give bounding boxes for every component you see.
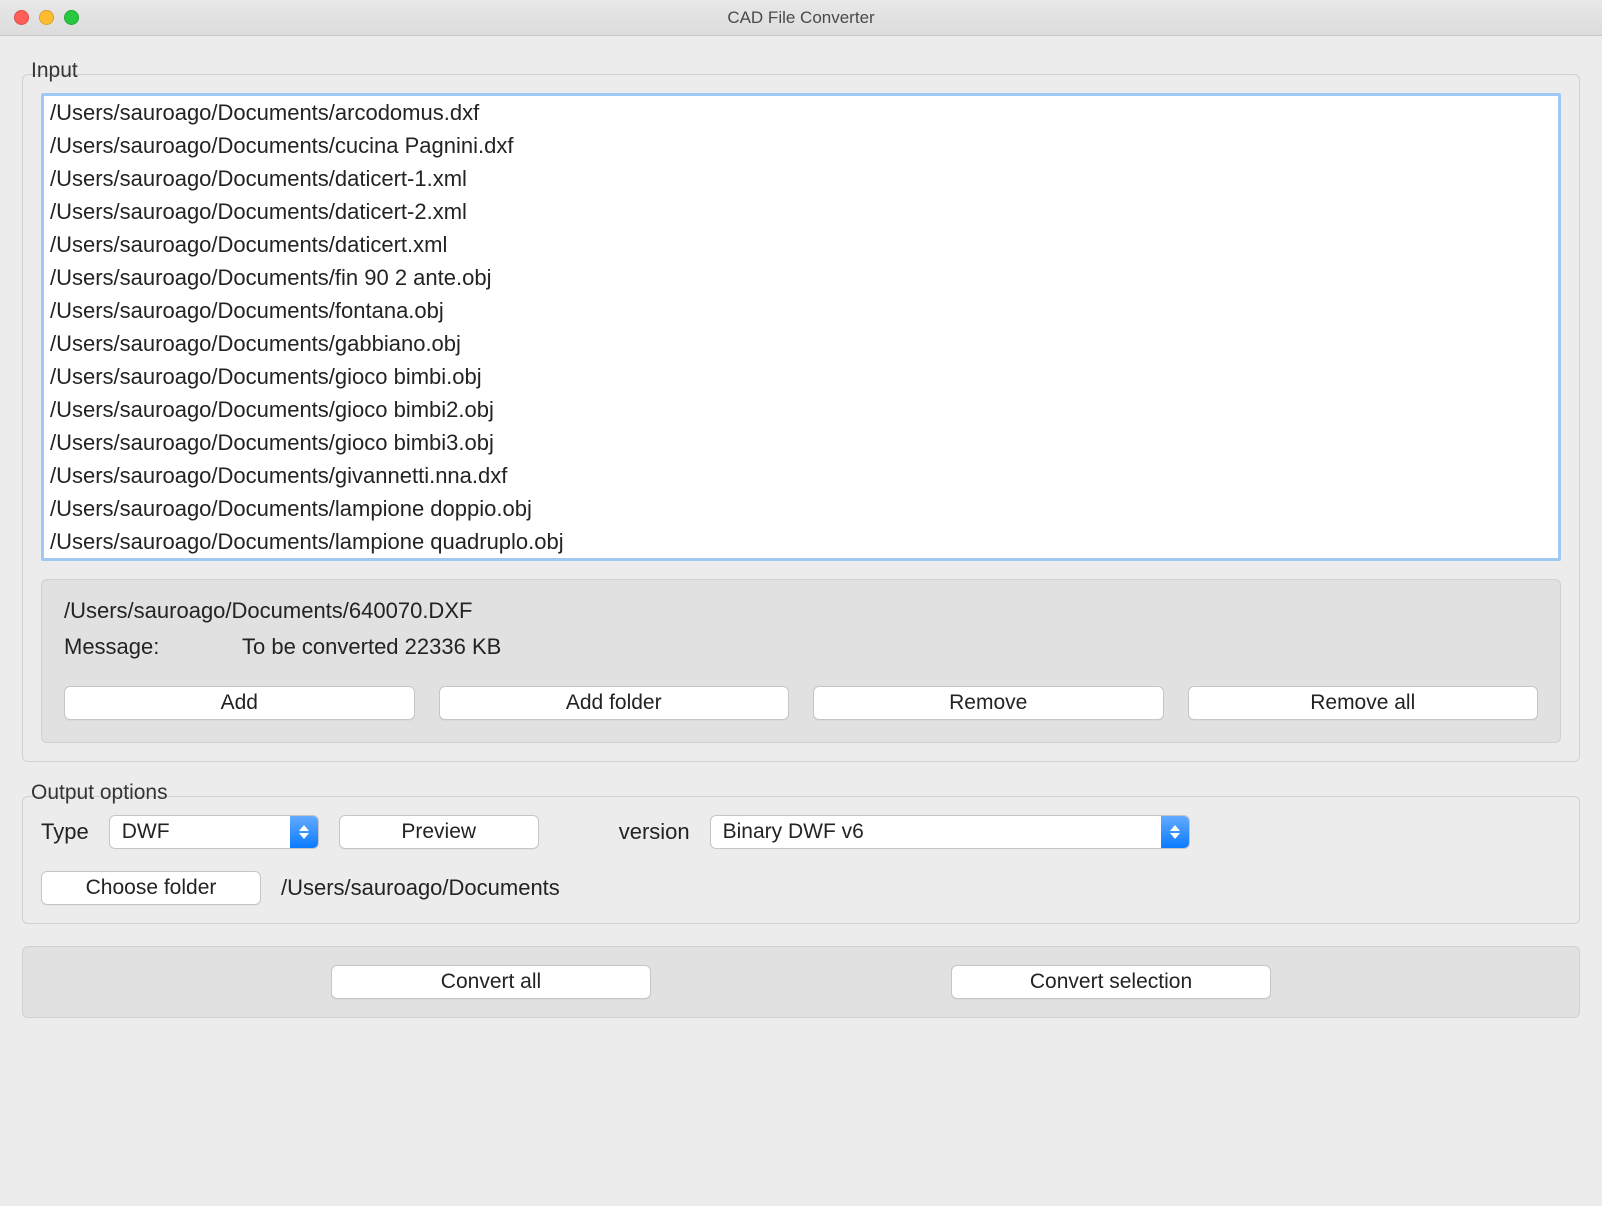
input-group: Input /Users/sauroago/Documents/arcodomu… xyxy=(22,74,1580,762)
list-item[interactable]: /Users/sauroago/Documents/givannetti.nna… xyxy=(50,459,1552,492)
input-file-list[interactable]: /Users/sauroago/Documents/arcodomus.dxf/… xyxy=(41,93,1561,561)
type-label: Type xyxy=(41,819,89,845)
convert-selection-button[interactable]: Convert selection xyxy=(951,965,1271,999)
chevron-updown-icon xyxy=(1161,816,1189,848)
input-group-label: Input xyxy=(27,59,82,83)
list-item[interactable]: /Users/sauroago/Documents/gioco bimbi3.o… xyxy=(50,426,1552,459)
input-detail-panel: /Users/sauroago/Documents/640070.DXF Mes… xyxy=(41,579,1561,743)
chevron-updown-icon xyxy=(290,816,318,848)
list-item[interactable]: /Users/sauroago/Documents/lampione quadr… xyxy=(50,525,1552,558)
list-item[interactable]: /Users/sauroago/Documents/daticert-2.xml xyxy=(50,195,1552,228)
list-item[interactable]: /Users/sauroago/Documents/daticert.xml xyxy=(50,228,1552,261)
output-group-label: Output options xyxy=(27,781,172,805)
window-title: CAD File Converter xyxy=(0,8,1602,28)
type-select[interactable]: DWF xyxy=(109,815,319,849)
output-folder-path: /Users/sauroago/Documents xyxy=(281,875,560,901)
remove-button[interactable]: Remove xyxy=(813,686,1164,720)
version-select[interactable]: Binary DWF v6 xyxy=(710,815,1190,849)
minimize-icon[interactable] xyxy=(39,10,54,25)
type-select-value: DWF xyxy=(110,820,290,844)
list-item[interactable]: /Users/sauroago/Documents/lampione doppi… xyxy=(50,492,1552,525)
list-item[interactable]: /Users/sauroago/Documents/gioco bimbi2.o… xyxy=(50,393,1552,426)
list-item[interactable]: /Users/sauroago/Documents/cucina Pagnini… xyxy=(50,129,1552,162)
add-folder-button[interactable]: Add folder xyxy=(439,686,790,720)
list-item[interactable]: /Users/sauroago/Documents/gabbiano.obj xyxy=(50,327,1552,360)
convert-all-button[interactable]: Convert all xyxy=(331,965,651,999)
list-item[interactable]: /Users/sauroago/Documents/fin 90 2 ante.… xyxy=(50,261,1552,294)
convert-bar: Convert all Convert selection xyxy=(22,946,1580,1018)
list-item[interactable]: /Users/sauroago/Documents/daticert-1.xml xyxy=(50,162,1552,195)
selected-file-path: /Users/sauroago/Documents/640070.DXF xyxy=(64,598,472,624)
message-label: Message: xyxy=(64,634,214,660)
add-button[interactable]: Add xyxy=(64,686,415,720)
choose-folder-button[interactable]: Choose folder xyxy=(41,871,261,905)
preview-button[interactable]: Preview xyxy=(339,815,539,849)
traffic-lights xyxy=(14,10,79,25)
list-item[interactable]: /Users/sauroago/Documents/arcodomus.dxf xyxy=(50,96,1552,129)
close-icon[interactable] xyxy=(14,10,29,25)
zoom-icon[interactable] xyxy=(64,10,79,25)
message-value: To be converted 22336 KB xyxy=(242,634,501,660)
output-options-group: Output options Type DWF Preview version … xyxy=(22,796,1580,924)
version-select-value: Binary DWF v6 xyxy=(711,820,1161,844)
window-titlebar: CAD File Converter xyxy=(0,0,1602,36)
list-item[interactable]: /Users/sauroago/Documents/fontana.obj xyxy=(50,294,1552,327)
version-label: version xyxy=(619,819,690,845)
list-item[interactable]: /Users/sauroago/Documents/gioco bimbi.ob… xyxy=(50,360,1552,393)
remove-all-button[interactable]: Remove all xyxy=(1188,686,1539,720)
